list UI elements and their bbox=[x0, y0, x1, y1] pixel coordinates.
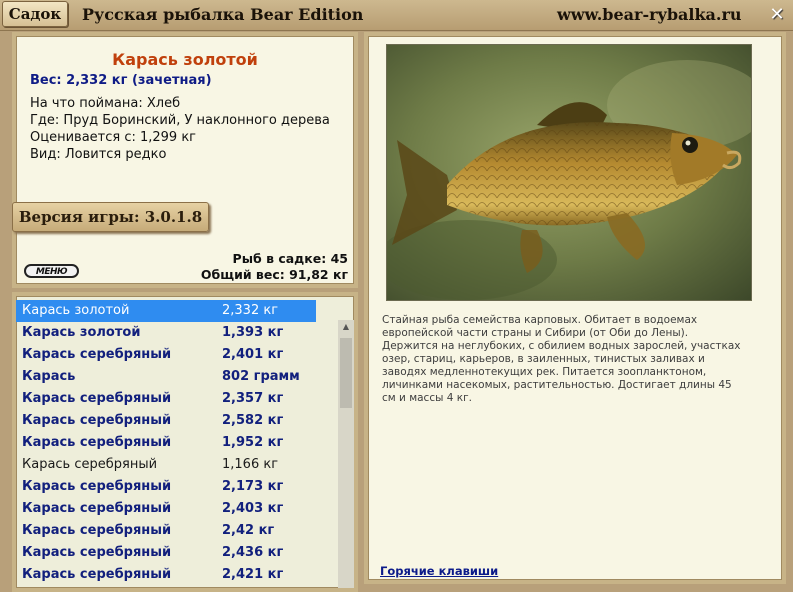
fish-list-item[interactable]: Карась серебряный 2,401 кг bbox=[16, 344, 336, 366]
app-title: Русская рыбалка Bear Edition bbox=[82, 5, 364, 24]
version-badge: Версия игры: 3.0.1.8 bbox=[12, 202, 209, 232]
fish-list-item[interactable]: Карась 802 грамм bbox=[16, 366, 336, 388]
fish-list-item[interactable]: Карась серебряный 1,952 кг bbox=[16, 432, 336, 454]
fish-list-panel: Карась золотой 2,332 кг Карась золотой 1,39… bbox=[12, 292, 358, 592]
fish-list-item[interactable]: Карась золотой 1,393 кг bbox=[16, 322, 336, 344]
scroll-thumb[interactable] bbox=[340, 338, 352, 408]
fish-list-item-weight: 2,401 кг bbox=[222, 347, 284, 362]
fish-list-item[interactable]: Карась золотой 2,332 кг bbox=[16, 300, 316, 322]
site-url: www.bear-rybalka.ru bbox=[557, 5, 742, 24]
fish-list-item-weight: 2,332 кг bbox=[222, 303, 279, 318]
fish-list-item-weight: 802 грамм bbox=[222, 369, 300, 384]
title-bar: Садок Русская рыбалка Bear Edition www.b… bbox=[0, 0, 793, 31]
fish-weight: Вес: 2,332 кг (зачетная) bbox=[30, 73, 212, 88]
fish-list-item[interactable]: Карась серебряный 2,436 кг bbox=[16, 542, 336, 564]
kind-line: Вид: Ловится редко bbox=[30, 147, 167, 162]
fish-description: Стайная рыба семейства карповых. Обитает… bbox=[382, 314, 741, 404]
fish-list-item[interactable]: Карась серебряный 2,582 кг bbox=[16, 410, 336, 432]
fish-list-item-name: Карась серебряный bbox=[22, 545, 172, 560]
fish-list-item-name: Карась серебряный bbox=[22, 501, 172, 516]
fish-list: Карась золотой 2,332 кг Карась золотой 1,39… bbox=[16, 300, 336, 586]
fish-list-item-name: Карась серебряный bbox=[22, 413, 172, 428]
fish-photo bbox=[386, 44, 752, 301]
sadok-button[interactable]: Садок bbox=[2, 1, 68, 27]
carp-illustration bbox=[387, 45, 751, 300]
fish-list-item-name: Карась серебряный bbox=[22, 523, 172, 538]
fish-list-item-weight: 1,952 кг bbox=[222, 435, 284, 450]
fish-list-item-name: Карась серебряный bbox=[22, 391, 172, 406]
fish-list-item-name: Карась серебряный bbox=[22, 347, 172, 362]
fish-list-item-weight: 2,357 кг bbox=[222, 391, 284, 406]
fish-list-item-weight: 1,166 кг bbox=[222, 457, 279, 472]
fish-list-item-weight: 2,582 кг bbox=[222, 413, 284, 428]
fish-list-item-name: Карась золотой bbox=[22, 325, 141, 340]
fish-list-item-weight: 2,173 кг bbox=[222, 479, 284, 494]
fish-count: Рыб в садке: 45 bbox=[232, 251, 348, 266]
close-icon[interactable]: ✕ bbox=[768, 6, 786, 24]
scroll-up-icon[interactable]: ▲ bbox=[338, 320, 354, 334]
fish-list-item-weight: 2,436 кг bbox=[222, 545, 284, 560]
fish-list-item[interactable]: Карась серебряный 2,173 кг bbox=[16, 476, 336, 498]
fish-list-item-name: Карась bbox=[22, 369, 76, 384]
fish-list-item-name: Карась золотой bbox=[22, 303, 130, 318]
fish-info-panel: Карась золотой Вес: 2,332 кг (зачетная) … bbox=[12, 32, 358, 288]
estimate-line: Оценивается с: 1,299 кг bbox=[30, 130, 197, 145]
fish-list-item-weight: 2,42 кг bbox=[222, 523, 275, 538]
total-weight: Общий вес: 91,82 кг bbox=[200, 267, 348, 282]
fish-list-item[interactable]: Карась серебряный 2,42 кг bbox=[16, 520, 336, 542]
hotkeys-link[interactable]: Горячие клавиши bbox=[380, 564, 498, 578]
fish-list-item-weight: 1,393 кг bbox=[222, 325, 284, 340]
fish-list-item-name: Карась серебряный bbox=[22, 435, 172, 450]
menu-logo[interactable]: МЕНЮ bbox=[24, 264, 79, 278]
fish-detail-panel: Стайная рыба семейства карповых. Обитает… bbox=[364, 32, 786, 584]
fish-name: Карась золотой bbox=[112, 50, 258, 69]
fish-list-item-weight: 2,403 кг bbox=[222, 501, 284, 516]
fish-list-item-name: Карась серебряный bbox=[22, 567, 172, 582]
place-line: Где: Пруд Боринский, У наклонного дерева bbox=[30, 113, 330, 128]
fish-list-item-name: Карась серебряный bbox=[22, 457, 158, 472]
fish-list-item-weight: 2,421 кг bbox=[222, 567, 284, 582]
fish-list-item-name: Карась серебряный bbox=[22, 479, 172, 494]
list-scrollbar[interactable]: ▲ bbox=[338, 320, 354, 588]
fish-list-item[interactable]: Карась серебряный 1,166 кг bbox=[16, 454, 336, 476]
fish-list-item[interactable]: Карась серебряный 2,357 кг bbox=[16, 388, 336, 410]
fish-list-item[interactable]: Карась серебряный 2,421 кг bbox=[16, 564, 336, 586]
fish-list-item[interactable]: Карась серебряный 2,403 кг bbox=[16, 498, 336, 520]
bait-line: На что поймана: Хлеб bbox=[30, 96, 181, 111]
